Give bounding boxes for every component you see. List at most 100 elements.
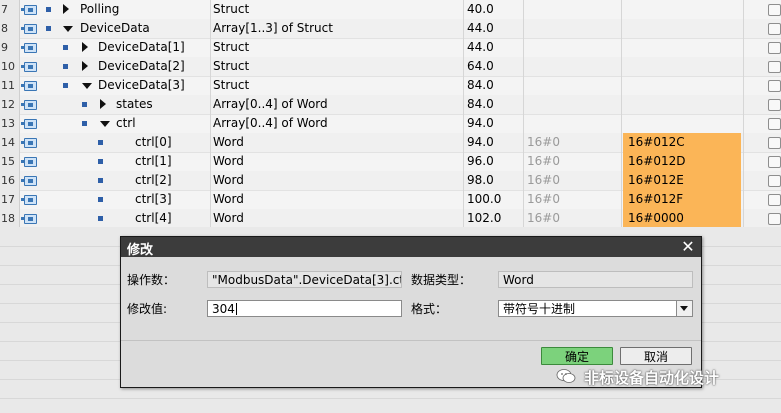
grid-line <box>0 398 781 399</box>
expand-icon[interactable] <box>100 99 106 109</box>
offset: 96.0 <box>467 154 494 168</box>
modify-value-cell[interactable]: 16#012F <box>623 190 741 209</box>
modify-value-cell[interactable] <box>623 114 741 133</box>
row-checkbox[interactable] <box>768 80 781 92</box>
table-row[interactable]: 8 DeviceData Array[1..3] of Struct 44.0 <box>0 19 781 39</box>
monitor-value <box>527 19 619 38</box>
row-checkbox[interactable] <box>768 42 781 54</box>
collapse-icon[interactable] <box>82 83 92 89</box>
modify-value-input[interactable]: 304 <box>207 300 402 317</box>
monitor-value <box>527 57 619 76</box>
table-row[interactable]: 18 ctrl[4] Word 102.0 16#0 16#0000 <box>0 209 781 229</box>
expand-icon[interactable] <box>63 4 69 14</box>
offset: 94.0 <box>467 116 494 130</box>
element-marker-icon <box>46 26 51 31</box>
table-row[interactable]: 14 ctrl[0] Word 94.0 16#0 16#012C <box>0 133 781 153</box>
table-row[interactable]: 17 ctrl[3] Word 100.0 16#0 16#012F <box>0 190 781 210</box>
tag-icon <box>21 119 37 129</box>
datatype-label: 数据类型： <box>411 273 472 287</box>
row-checkbox[interactable] <box>768 61 781 73</box>
modify-value-cell[interactable] <box>623 57 741 76</box>
data-type: Struct <box>213 2 250 16</box>
tag-icon <box>21 100 37 110</box>
monitor-value <box>527 38 619 57</box>
datatype-field: Word <box>498 271 693 288</box>
data-type: Array[1..3] of Struct <box>213 21 333 35</box>
data-type: Array[0..4] of Word <box>213 116 328 130</box>
column-divider <box>463 0 464 227</box>
modify-value-cell[interactable]: 16#012E <box>623 171 741 190</box>
expand-icon[interactable] <box>82 61 88 71</box>
ok-button[interactable]: 确定 <box>541 347 613 365</box>
modify-value-cell[interactable] <box>623 0 741 19</box>
monitor-value <box>527 95 619 114</box>
dialog-title-bar[interactable]: 修改 ✕ <box>121 237 701 258</box>
offset: 40.0 <box>467 2 494 16</box>
modify-value: 16#012F <box>628 192 684 206</box>
table-row[interactable]: 16 ctrl[2] Word 98.0 16#0 16#012E <box>0 171 781 191</box>
row-checkbox[interactable] <box>768 137 781 149</box>
row-number: 12 <box>0 95 20 114</box>
table-row[interactable]: 11 DeviceData[3] Struct 84.0 <box>0 76 781 96</box>
row-number: 9 <box>0 38 20 57</box>
modify-value-cell[interactable]: 16#012D <box>623 152 741 171</box>
operand-label: 操作数： <box>127 273 176 287</box>
modify-value-cell[interactable] <box>623 95 741 114</box>
row-checkbox[interactable] <box>768 118 781 130</box>
monitor-value: 16#0 <box>527 211 560 225</box>
element-marker-icon <box>98 197 103 202</box>
row-number: 16 <box>0 171 20 190</box>
column-divider <box>743 0 744 227</box>
table-row[interactable]: 10 DeviceData[2] Struct 64.0 <box>0 57 781 77</box>
tag-name: DeviceData[2] <box>98 59 185 73</box>
collapse-icon[interactable] <box>100 121 110 127</box>
close-icon[interactable]: ✕ <box>679 238 697 256</box>
tag-icon <box>21 176 37 186</box>
tag-icon <box>21 138 37 148</box>
table-row[interactable]: 13 ctrl Array[0..4] of Word 94.0 <box>0 114 781 134</box>
table-row[interactable]: 12 states Array[0..4] of Word 84.0 <box>0 95 781 115</box>
tag-name: ctrl[1] <box>135 154 172 168</box>
modify-value-cell[interactable] <box>623 19 741 38</box>
collapse-icon[interactable] <box>63 26 73 32</box>
modify-value-cell[interactable]: 16#012C <box>623 133 741 152</box>
tag-name: DeviceData[1] <box>98 40 185 54</box>
row-checkbox[interactable] <box>768 99 781 111</box>
modify-value-cell[interactable] <box>623 38 741 57</box>
row-checkbox[interactable] <box>768 175 781 187</box>
modify-value-cell[interactable] <box>623 76 741 95</box>
tag-icon <box>21 24 37 34</box>
tag-name: Polling <box>80 2 120 16</box>
row-checkbox[interactable] <box>768 213 781 225</box>
element-marker-icon <box>82 121 87 126</box>
data-type: Word <box>213 135 244 149</box>
data-type: Struct <box>213 78 250 92</box>
row-checkbox[interactable] <box>768 156 781 168</box>
modify-value-cell[interactable]: 16#0000 <box>623 209 741 228</box>
data-type: Struct <box>213 40 250 54</box>
cancel-button[interactable]: 取消 <box>620 347 692 365</box>
offset: 84.0 <box>467 97 494 111</box>
data-type: Word <box>213 154 244 168</box>
row-number: 11 <box>0 76 20 95</box>
modify-value: 16#0000 <box>628 211 684 225</box>
table-row[interactable]: 7 Polling Struct 40.0 <box>0 0 781 20</box>
row-checkbox[interactable] <box>768 4 781 16</box>
format-select[interactable]: 带符号十进制 <box>498 300 693 317</box>
watermark-text: 非标设备自动化设计 <box>584 369 720 387</box>
chevron-down-icon[interactable] <box>676 301 692 316</box>
text-caret <box>235 303 237 315</box>
tag-icon <box>21 81 37 91</box>
tag-name: ctrl <box>116 116 136 130</box>
tag-name: ctrl[0] <box>135 135 172 149</box>
element-marker-icon <box>98 159 103 164</box>
offset: 64.0 <box>467 59 494 73</box>
tag-icon <box>21 214 37 224</box>
offset: 84.0 <box>467 78 494 92</box>
expand-icon[interactable] <box>82 42 88 52</box>
tag-name: ctrl[3] <box>135 192 172 206</box>
table-row[interactable]: 15 ctrl[1] Word 96.0 16#0 16#012D <box>0 152 781 172</box>
row-checkbox[interactable] <box>768 23 781 35</box>
row-checkbox[interactable] <box>768 194 781 206</box>
table-row[interactable]: 9 DeviceData[1] Struct 44.0 <box>0 38 781 58</box>
